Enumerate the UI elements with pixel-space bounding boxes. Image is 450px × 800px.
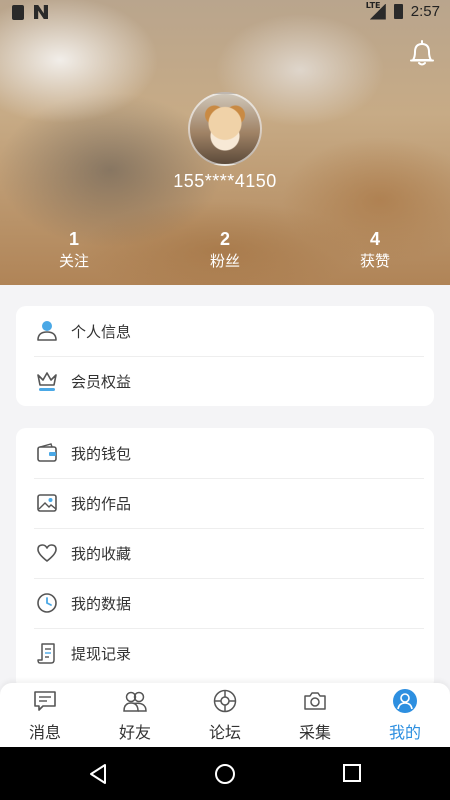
username: 155****4150 (173, 171, 277, 191)
tab-profile[interactable]: 我的 (360, 683, 450, 747)
stat-likes[interactable]: 4 获赞 (325, 228, 425, 272)
profile-stats: 1 关注 2 粉丝 4 获赞 (0, 228, 450, 278)
home-icon[interactable] (214, 763, 236, 785)
tab-label: 消息 (28, 723, 61, 742)
menu-item-label: 我的作品 (71, 494, 132, 513)
account-menu-card: 个人信息 会员权益 (16, 306, 434, 406)
stat-following-value: 1 (68, 229, 79, 249)
menu-item-favorites[interactable]: 我的收藏 (16, 528, 434, 578)
notification-n-icon (34, 5, 48, 19)
avatar[interactable] (188, 92, 262, 166)
tab-messages[interactable]: 消息 (0, 683, 90, 747)
profile-header: LTE 2:57 155****4150 1 关注 2 粉丝 4 获赞 (0, 0, 450, 285)
camera-icon (304, 692, 326, 710)
menu-item-data[interactable]: 我的数据 (16, 578, 434, 628)
menu-item-label: 个人信息 (71, 322, 132, 341)
tab-label: 采集 (298, 723, 331, 742)
stat-likes-value: 4 (369, 229, 380, 249)
sd-card-icon (12, 5, 24, 20)
tab-forum[interactable]: 论坛 (180, 683, 270, 747)
network-type: LTE (365, 0, 381, 10)
signal-icon: LTE (366, 1, 386, 20)
stat-following-label: 关注 (58, 252, 89, 270)
back-icon[interactable] (88, 763, 108, 785)
tab-collect[interactable]: 采集 (270, 683, 360, 747)
recents-icon[interactable] (342, 763, 362, 783)
stat-followers[interactable]: 2 粉丝 (175, 228, 275, 272)
friends-icon (123, 691, 147, 712)
menu-item-wallet[interactable]: 我的钱包 (16, 428, 434, 478)
menu-item-label: 会员权益 (71, 372, 132, 391)
bell-icon[interactable] (408, 38, 436, 68)
menu-item-membership[interactable]: 会员权益 (16, 356, 434, 406)
clock-icon (37, 593, 57, 613)
stat-followers-label: 粉丝 (209, 252, 240, 270)
menu-item-works[interactable]: 我的作品 (16, 478, 434, 528)
tab-label: 好友 (118, 723, 151, 742)
crown-icon (37, 372, 57, 391)
menu-item-profile-info[interactable]: 个人信息 (16, 306, 434, 356)
stat-likes-label: 获赞 (359, 252, 390, 270)
menu-item-label: 我的数据 (71, 594, 132, 613)
status-time: 2:57 (410, 3, 440, 20)
message-icon (34, 691, 56, 711)
wallet-icon (37, 443, 57, 462)
image-icon (37, 494, 57, 512)
menu-item-label: 我的钱包 (71, 444, 132, 463)
stat-following[interactable]: 1 关注 (24, 228, 124, 272)
bottom-tab-bar: 消息 好友 论坛 采集 我的 (0, 683, 450, 747)
menu-item-label: 我的收藏 (71, 544, 132, 563)
tab-friends[interactable]: 好友 (90, 683, 180, 747)
system-nav-bar (0, 747, 450, 800)
features-menu-card: 我的钱包 我的作品 我的收藏 我的数据 提现记录 (16, 428, 434, 690)
scroll-icon (37, 643, 55, 664)
tab-label: 论坛 (208, 723, 241, 742)
tab-label: 我的 (388, 723, 421, 742)
heart-icon (37, 544, 57, 562)
menu-item-withdraw-history[interactable]: 提现记录 (16, 628, 434, 678)
stat-followers-value: 2 (219, 229, 230, 249)
battery-icon (393, 4, 403, 19)
status-bar: LTE 2:57 (0, 0, 450, 26)
forum-icon (213, 689, 237, 713)
menu-item-label: 提现记录 (71, 644, 132, 663)
profile-icon (393, 689, 417, 713)
person-icon (37, 321, 57, 341)
